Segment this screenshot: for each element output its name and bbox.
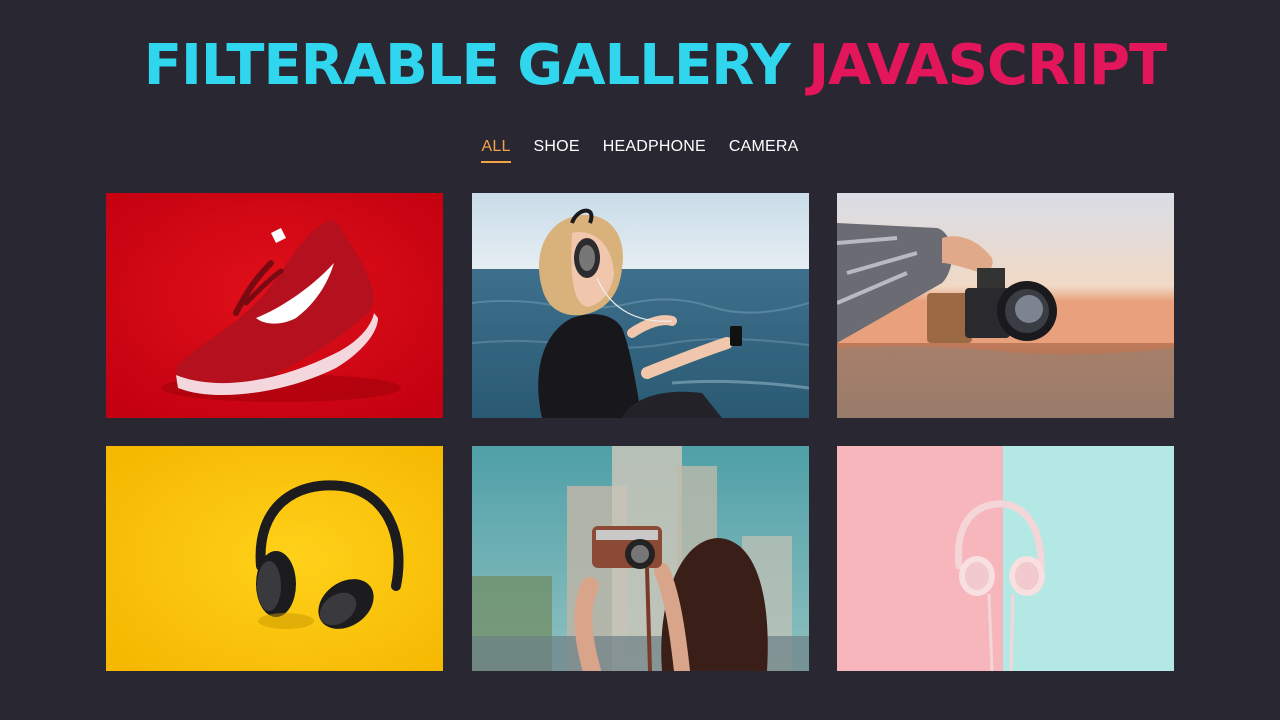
page: FILTERABLE GALLERY JAVASCRIPT ALL SHOE H… (0, 0, 1280, 720)
title-part-2: JAVASCRIPT (808, 33, 1167, 98)
pink-headphones-pastel-icon (837, 446, 1174, 671)
gallery-item-headphone[interactable] (106, 446, 443, 671)
title-part-1: FILTERABLE GALLERY (143, 33, 791, 98)
gallery-grid (106, 193, 1174, 671)
gallery-item-headphone[interactable] (471, 193, 809, 418)
filter-shoe[interactable]: SHOE (534, 136, 580, 163)
filter-bar: ALL SHOE HEADPHONE CAMERA (0, 136, 1280, 163)
gallery-item-camera[interactable] (837, 193, 1174, 418)
red-sneaker-icon (106, 193, 443, 418)
woman-headphones-sea-icon (471, 193, 809, 418)
filter-camera[interactable]: CAMERA (729, 136, 799, 163)
page-title: FILTERABLE GALLERY JAVASCRIPT (0, 30, 1280, 102)
filter-all[interactable]: ALL (481, 136, 511, 163)
hand-holding-camera-icon (837, 193, 1174, 418)
gallery-item-headphone[interactable] (837, 446, 1174, 671)
filter-headphone[interactable]: HEADPHONE (603, 136, 706, 163)
gallery-item-shoe[interactable] (106, 193, 443, 418)
black-headphones-yellow-icon (106, 446, 443, 671)
woman-camera-city-icon (471, 446, 809, 671)
gallery-item-camera[interactable] (471, 446, 809, 671)
